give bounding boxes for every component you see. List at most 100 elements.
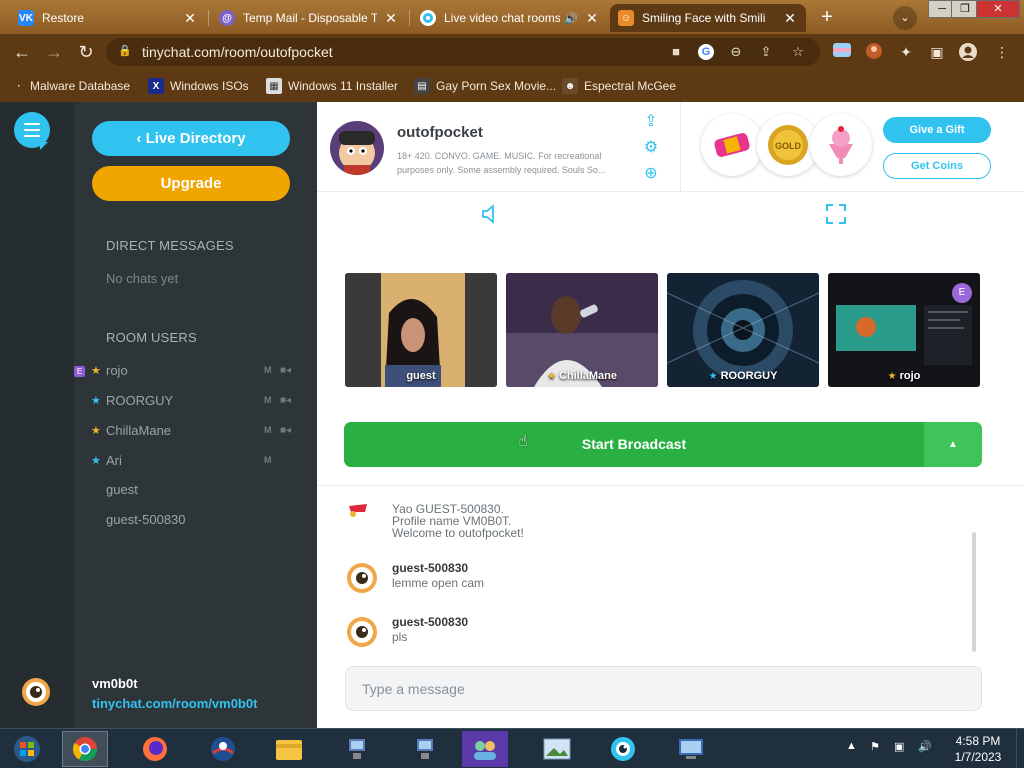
lock-icon[interactable]: 🔒 [118, 44, 132, 58]
volume-icon[interactable] [479, 203, 501, 225]
taskbar-chrome[interactable] [62, 731, 108, 767]
bookmark-star-icon[interactable]: ☆ [790, 44, 806, 60]
gift-sundae-icon[interactable] [810, 114, 872, 176]
room-user-rojo[interactable]: E ★ rojo M ■◂ [74, 361, 317, 383]
chrome-menu-icon[interactable]: ⋮ [992, 42, 1012, 62]
action-center-flag-icon[interactable]: ⚑ [870, 740, 880, 753]
room-avatar[interactable] [330, 121, 384, 175]
taskbar-tinychat[interactable] [600, 731, 646, 767]
bookmark-windows-isos[interactable]: X Windows ISOs [148, 77, 249, 95]
taskbar-network-app-1[interactable] [334, 731, 380, 767]
live-directory-button[interactable]: ‹ Live Directory [92, 121, 290, 156]
my-room-link[interactable]: tinychat.com/room/vm0b0t [92, 696, 257, 711]
taskbar-file-explorer[interactable] [266, 731, 312, 767]
bookmark-espectral-mcgee[interactable]: ☻ Espectral McGee [562, 77, 676, 95]
gold-star-icon: ★ [91, 365, 101, 377]
show-desktop-button[interactable] [1016, 729, 1024, 768]
forward-button[interactable]: → [42, 40, 66, 64]
camera-tile-chillamane[interactable]: ★ ChillaMane [506, 273, 658, 387]
extension-avatar-icon[interactable] [864, 42, 884, 62]
room-user-guest-500830[interactable]: guest-500830 [74, 510, 317, 532]
camera-grid: guest ★ ChillaMane ★ ROORGUY E ★ rojo [345, 273, 981, 387]
taskbar-remote-desktop[interactable] [668, 731, 714, 767]
user-avatar-icon[interactable] [345, 561, 379, 595]
message-input[interactable] [362, 678, 942, 700]
bookmarks-bar: · Malware Database X Windows ISOs ▦ Wind… [0, 70, 1024, 102]
mic-icon: M [264, 395, 272, 405]
camera-blocked-icon[interactable]: ■ [668, 44, 684, 60]
upgrade-button[interactable]: Upgrade [92, 166, 290, 201]
get-coins-button[interactable]: Get Coins [883, 153, 991, 179]
google-icon[interactable]: G [698, 44, 714, 60]
reload-button[interactable]: ↻ [74, 40, 98, 64]
tab-temp-mail[interactable]: @ Temp Mail - Disposable Te ✕ [211, 4, 407, 32]
bookmark-windows-11-installer[interactable]: ▦ Windows 11 Installer [266, 77, 398, 95]
tab-search-button[interactable]: ⌄ [893, 6, 917, 30]
broadcast-options-button[interactable]: ▲ [924, 422, 982, 467]
speaker-icon[interactable]: 🔊 [564, 12, 578, 25]
header-divider [680, 102, 681, 192]
chat-username[interactable]: guest-500830 [392, 561, 468, 575]
start-broadcast-button[interactable]: Start Broadcast ▲ [344, 422, 982, 467]
add-circle-icon[interactable]: ⊕ [640, 163, 662, 185]
room-user-roorguy[interactable]: ★ ROORGUY M ■◂ [74, 391, 317, 413]
user-badge: E [952, 283, 972, 303]
film-icon: ▤ [414, 78, 430, 94]
close-icon[interactable]: ✕ [584, 10, 600, 27]
extensions-puzzle-icon[interactable]: ✦ [896, 42, 916, 62]
mic-icon: M [264, 365, 272, 375]
maximize-button[interactable]: ❐ [951, 0, 979, 18]
bookmark-malware-database[interactable]: · Malware Database [14, 77, 130, 95]
share-icon[interactable]: ⇪ [640, 111, 662, 133]
gift-candy-icon[interactable] [701, 114, 763, 176]
close-icon[interactable]: ✕ [383, 10, 399, 27]
network-icon[interactable]: ▣ [894, 740, 904, 753]
tab-separator [208, 10, 209, 26]
profile-icon[interactable] [958, 42, 978, 62]
room-user-ari[interactable]: ★ Ari M [74, 451, 317, 473]
give-gift-button[interactable]: Give a Gift [883, 117, 991, 143]
window-close-button[interactable]: ✕ [976, 0, 1020, 18]
chat-username[interactable]: guest-500830 [392, 615, 468, 629]
volume-tray-icon[interactable]: 🔊 [918, 740, 932, 753]
url-text[interactable]: tinychat.com/room/outofpocket [142, 44, 333, 60]
translate-icon[interactable] [832, 42, 852, 62]
room-description: 18+ 420. CONVO. GAME. MUSIC. For recreat… [397, 151, 606, 175]
address-bar[interactable]: 🔒 tinychat.com/room/outofpocket ■ G ⊖ ⇪ … [106, 38, 820, 66]
camera-tile-roorguy[interactable]: ★ ROORGUY [667, 273, 819, 387]
tab-smiling-face[interactable]: ☺ Smiling Face with Smili ✕ [610, 4, 806, 32]
close-icon[interactable]: ✕ [782, 10, 798, 27]
settings-gear-icon[interactable]: ⚙ [640, 137, 662, 159]
room-main: outofpocket 18+ 420. CONVO. GAME. MUSIC.… [317, 102, 1024, 728]
chat-scrollbar[interactable] [972, 532, 976, 652]
my-avatar-icon[interactable] [20, 676, 52, 708]
share-icon[interactable]: ⇪ [758, 44, 774, 60]
tab-restore[interactable]: VK Restore ✕ [10, 4, 206, 32]
camera-label: ★ ChillaMane [546, 370, 618, 382]
close-icon[interactable]: ✕ [182, 10, 198, 27]
taskbar-image-viewer[interactable] [534, 731, 580, 767]
start-button[interactable] [4, 731, 50, 767]
clock[interactable]: 4:58 PM 1/7/2023 [948, 733, 1008, 765]
menu-line [24, 135, 40, 137]
show-hidden-icons[interactable]: ▲ [846, 740, 857, 752]
camera-tile-guest[interactable]: guest [345, 273, 497, 387]
taskbar-users-app[interactable] [462, 731, 508, 767]
back-button[interactable]: ← [10, 40, 34, 64]
message-input-box[interactable] [345, 666, 982, 711]
new-tab-button[interactable]: + [815, 6, 839, 30]
side-panel-icon[interactable]: ▣ [927, 42, 947, 62]
user-avatar-icon[interactable] [345, 615, 379, 649]
camera-tile-rojo[interactable]: E ★ rojo [828, 273, 980, 387]
room-user-chillamane[interactable]: ★ ChillaMane M ■◂ [74, 421, 317, 443]
taskbar-obama-app[interactable] [200, 731, 246, 767]
my-username: vm0b0t [92, 676, 138, 691]
taskbar-network-app-2[interactable] [402, 731, 448, 767]
fullscreen-icon[interactable] [825, 203, 847, 225]
zoom-icon[interactable]: ⊖ [728, 44, 744, 60]
taskbar-firefox[interactable] [132, 731, 178, 767]
tab-live-video-chat[interactable]: Live video chat rooms 🔊 ✕ [412, 4, 608, 32]
room-user-guest[interactable]: guest [74, 480, 317, 502]
left-rail [0, 102, 74, 728]
bookmark-movie[interactable]: ▤ Gay Porn Sex Movie... [414, 77, 556, 95]
